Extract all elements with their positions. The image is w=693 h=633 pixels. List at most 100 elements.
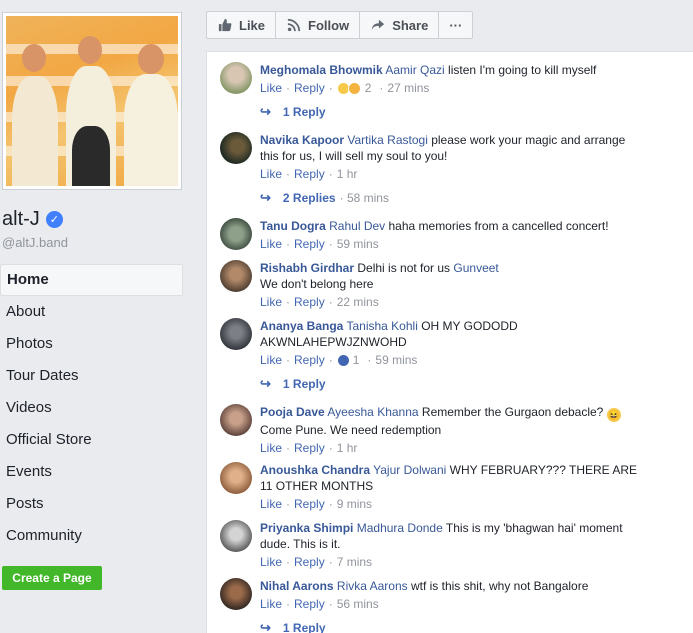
comment-age[interactable]: 1 hr <box>337 166 358 182</box>
avatar[interactable] <box>220 404 252 436</box>
reply-link[interactable]: Reply <box>294 236 325 252</box>
comment-author[interactable]: Tanu Dogra <box>260 219 326 233</box>
thumbs-up-icon <box>217 17 233 33</box>
comment-actions: Like · Reply · 22 mins <box>260 294 379 310</box>
like-page-button[interactable]: Like <box>207 12 277 38</box>
view-replies-link[interactable]: ↪ 1 Reply <box>260 620 326 633</box>
like-link[interactable]: Like <box>260 440 282 456</box>
avatar[interactable] <box>220 578 252 610</box>
view-replies-link[interactable]: ↪ 1 Reply <box>260 376 326 392</box>
view-replies-link[interactable]: ↪ 1 Reply <box>260 104 326 120</box>
nav-item-about[interactable]: About <box>0 296 183 328</box>
comment-mention[interactable]: Rivka Aarons <box>337 579 408 593</box>
comment-mention[interactable]: Madhura Donde <box>357 521 443 535</box>
comment-age[interactable]: 56 mins <box>337 596 379 612</box>
share-button[interactable]: Share <box>360 12 440 38</box>
comment-age[interactable]: 1 hr <box>337 440 358 456</box>
comment-actions: Like · Reply · 59 mins <box>260 236 379 252</box>
comment-age[interactable]: 59 mins <box>375 352 417 368</box>
comment-age[interactable]: 22 mins <box>337 294 379 310</box>
reply-link[interactable]: Reply <box>294 496 325 512</box>
nav-item-events[interactable]: Events <box>0 456 183 488</box>
avatar[interactable] <box>220 218 252 250</box>
comment-text: Delhi is not for us <box>354 261 454 275</box>
comment-author[interactable]: Priyanka Shimpi <box>260 521 353 535</box>
comment-age[interactable]: 7 mins <box>337 554 372 570</box>
comments-panel: Meghomala Bhowmik Aamir Qazi listen I'm … <box>206 51 693 633</box>
view-replies-link[interactable]: ↪ 2 Replies · 58 mins <box>260 190 389 206</box>
create-page-button[interactable]: Create a Page <box>2 566 102 590</box>
comment-author[interactable]: Meghomala Bhowmik <box>260 63 383 77</box>
avatar[interactable] <box>220 520 252 552</box>
comment-mention[interactable]: Ayeesha Khanna <box>327 405 418 419</box>
left-sidebar: alt-J ✓ @altJ.band Home About Photos Tou… <box>0 0 193 633</box>
replies-age: · 58 mins <box>339 191 389 205</box>
comment-mention[interactable]: Rahul Dev <box>329 219 385 233</box>
like-link[interactable]: Like <box>260 554 282 570</box>
comment-author[interactable]: Rishabh Girdhar <box>260 261 354 275</box>
comment-actions: Like · Reply · 1 hr <box>260 440 358 456</box>
follow-button[interactable]: Follow <box>276 12 361 38</box>
comment-author[interactable]: Ananya Banga <box>260 319 343 333</box>
comment-mention[interactable]: Gunveet <box>453 261 498 275</box>
reply-arrow-icon: ↪ <box>260 620 271 633</box>
nav-item-photos[interactable]: Photos <box>0 328 183 360</box>
reaction-summary[interactable]: 1 <box>336 352 360 368</box>
like-link[interactable]: Like <box>260 236 282 252</box>
comment-mention[interactable]: Aamir Qazi <box>385 63 444 77</box>
comment-mention[interactable]: Yajur Dolwani <box>373 463 446 477</box>
replies-count: 1 Reply <box>282 621 326 633</box>
avatar[interactable] <box>220 260 252 292</box>
comment-author[interactable]: Navika Kapoor <box>260 133 344 147</box>
avatar[interactable] <box>220 462 252 494</box>
nav-item-home[interactable]: Home <box>0 264 183 296</box>
comment-actions: Like · Reply · 1 · 59 mins <box>260 352 418 368</box>
comment-actions: Like · Reply · 2 · 27 mins <box>260 80 430 96</box>
comment-age[interactable]: 9 mins <box>337 496 372 512</box>
like-link[interactable]: Like <box>260 352 282 368</box>
comment-mention[interactable]: Tanisha Kohli <box>346 319 417 333</box>
reply-link[interactable]: Reply <box>294 294 325 310</box>
reply-arrow-icon: ↪ <box>260 376 271 391</box>
like-link[interactable]: Like <box>260 294 282 310</box>
nav-item-community[interactable]: Community <box>0 520 183 552</box>
reply-link[interactable]: Reply <box>294 440 325 456</box>
page-name[interactable]: alt-J ✓ <box>2 208 63 231</box>
reaction-count: 1 <box>352 353 360 367</box>
profile-picture[interactable] <box>2 12 182 190</box>
reaction-count: 2 <box>364 81 372 95</box>
comment-author[interactable]: Anoushka Chandra <box>260 463 370 477</box>
reply-link[interactable]: Reply <box>294 352 325 368</box>
share-label: Share <box>392 17 429 33</box>
comment-mention[interactable]: Vartika Rastogi <box>347 133 427 147</box>
comment-age[interactable]: 59 mins <box>337 236 379 252</box>
reply-link[interactable]: Reply <box>294 596 325 612</box>
nav-item-tour-dates[interactable]: Tour Dates <box>0 360 183 392</box>
avatar[interactable] <box>220 132 252 164</box>
sad-reaction-icon <box>347 81 361 95</box>
nav-item-videos[interactable]: Videos <box>0 392 183 424</box>
like-link[interactable]: Like <box>260 596 282 612</box>
page-handle[interactable]: @altJ.band <box>2 235 68 250</box>
like-link[interactable]: Like <box>260 166 282 182</box>
reply-link[interactable]: Reply <box>294 166 325 182</box>
reaction-summary[interactable]: 2 <box>336 80 372 96</box>
nav-item-posts[interactable]: Posts <box>0 488 183 520</box>
reply-link[interactable]: Reply <box>294 554 325 570</box>
like-link[interactable]: Like <box>260 496 282 512</box>
rss-icon <box>286 17 302 33</box>
comment-author[interactable]: Pooja Dave <box>260 405 325 419</box>
comment-actions: Like · Reply · 7 mins <box>260 554 373 570</box>
avatar[interactable] <box>220 62 252 94</box>
avatar[interactable] <box>220 318 252 350</box>
comment-actions: Like · Reply · 1 hr <box>260 166 358 182</box>
comment-actions: Like · Reply · 56 mins <box>260 596 379 612</box>
like-link[interactable]: Like <box>260 80 282 96</box>
reply-link[interactable]: Reply <box>294 80 325 96</box>
nav-item-official-store[interactable]: Official Store <box>0 424 183 456</box>
more-options-button[interactable]: ··· <box>439 12 472 38</box>
page-name-text[interactable]: alt-J <box>2 208 40 231</box>
band-photo <box>6 16 178 186</box>
comment-author[interactable]: Nihal Aarons <box>260 579 334 593</box>
comment-age[interactable]: 27 mins <box>387 80 429 96</box>
